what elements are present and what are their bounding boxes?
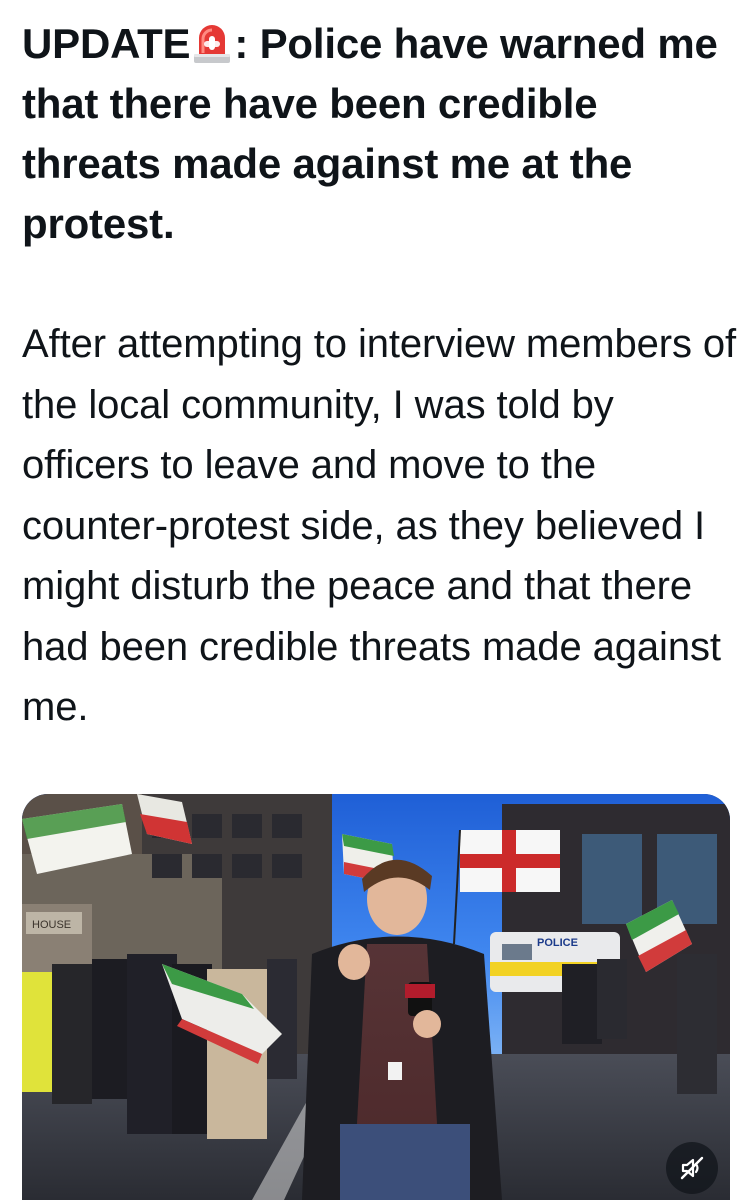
muted-speaker-icon [680, 1156, 704, 1180]
tweet-paragraph: After attempting to interview members of… [22, 322, 737, 729]
video-player[interactable]: HOUSE POLICE [22, 794, 730, 1200]
tweet-text: UPDATE : Police have warned me that ther… [22, 14, 737, 738]
van-text: POLICE [537, 937, 578, 949]
shop-sign: HOUSE [32, 919, 71, 931]
headline-prefix: UPDATE [22, 20, 191, 67]
siren-emoji-icon [192, 20, 232, 63]
video-frame: HOUSE POLICE [22, 794, 730, 1200]
tweet-headline: UPDATE : Police have warned me that ther… [22, 14, 737, 254]
mute-button[interactable] [666, 1142, 718, 1194]
